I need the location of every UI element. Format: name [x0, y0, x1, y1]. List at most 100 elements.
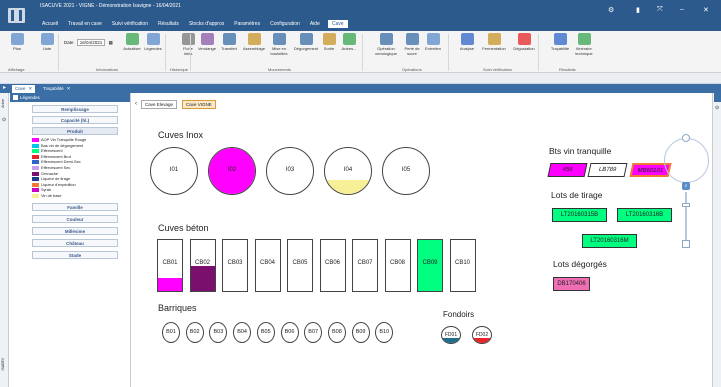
ribbon-button[interactable]: Sortie	[318, 33, 340, 52]
tab-0[interactable]: Cave ✕	[12, 85, 36, 93]
zoom-slider-handle[interactable]	[682, 203, 690, 207]
barrique[interactable]: B06	[280, 322, 299, 343]
legend-button[interactable]: Stade	[32, 250, 118, 259]
ribbon-button[interactable]: Vendange	[196, 33, 218, 52]
calendar-icon[interactable]: ▦	[109, 40, 113, 45]
ribbon-button[interactable]: Plan	[6, 33, 28, 52]
fondoir[interactable]: FD01	[441, 326, 461, 344]
zoom-slider-track[interactable]	[685, 192, 687, 240]
pin-icon[interactable]: ▮	[636, 6, 640, 14]
settings-icon[interactable]: ⚙	[608, 6, 614, 14]
legend-swatch	[32, 171, 39, 176]
barrique[interactable]: B01	[162, 322, 180, 343]
sidebar-tab[interactable]	[714, 93, 721, 102]
ribbon-button[interactable]: Autres...	[338, 33, 360, 52]
right-sidebar[interactable]: ⊙	[712, 93, 721, 387]
menu-item[interactable]: Accueil	[40, 20, 60, 28]
collapse-icon[interactable]	[13, 95, 18, 101]
ribbon-group-label: Suivi vérification	[483, 67, 512, 72]
menu-item[interactable]: Résultats	[156, 20, 181, 28]
lot-tirage[interactable]: LT20160316B	[617, 208, 672, 222]
ribbon-button[interactable]: Transfert	[218, 33, 240, 52]
pin-icon[interactable]: ⊙	[2, 117, 6, 123]
doc-tab-1[interactable]: Cave VIGNE	[182, 100, 216, 109]
ribbon-button[interactable]: Mise en bouteilles	[265, 33, 293, 56]
ribbon-button[interactable]: Liste	[36, 33, 58, 52]
legend-group-produit[interactable]: Produit	[32, 127, 118, 135]
tank-beton[interactable]: CB09	[417, 239, 443, 292]
barrique[interactable]: B09	[351, 322, 370, 343]
tab-close-icon[interactable]: ✕	[29, 86, 33, 91]
zoom-out-icon[interactable]	[682, 240, 690, 248]
navigation-wheel[interactable]	[664, 138, 709, 183]
nav-center-icon[interactable]	[682, 134, 690, 142]
barrique[interactable]: B02	[185, 322, 204, 343]
legend-button[interactable]: Couleur	[32, 214, 118, 223]
close-icon[interactable]: ✕	[703, 6, 709, 14]
barrique[interactable]: B05	[256, 322, 275, 343]
lot-tirage[interactable]: LT20160315B	[552, 208, 607, 222]
barrique[interactable]: B08	[327, 322, 346, 343]
sidebar-label-tree[interactable]: Arbre	[1, 99, 8, 108]
ribbon-icon	[460, 33, 474, 45]
ribbon-button[interactable]: Légendes	[142, 33, 164, 52]
menu-item[interactable]: Travail en cave	[66, 20, 104, 28]
ribbon-button[interactable]: Entretien	[422, 33, 444, 52]
legend-button[interactable]: Capacité (hl.)	[32, 116, 118, 124]
tank-beton[interactable]: CB04	[254, 239, 281, 292]
fondoir[interactable]: FD02	[472, 326, 492, 344]
tank-beton[interactable]: CB01	[157, 239, 183, 292]
pin-icon[interactable]: ⊙	[715, 105, 719, 111]
tank-beton[interactable]: CB08	[384, 239, 411, 292]
ribbon-button[interactable]: Dégustation	[510, 33, 538, 52]
ribbon-button[interactable]: Dégorgement	[292, 33, 320, 52]
lot-degorge[interactable]: DB170406	[553, 277, 590, 291]
minimize-icon[interactable]: –	[680, 6, 684, 13]
tank-beton[interactable]: CB07	[352, 239, 378, 292]
left-sidebar[interactable]: Arbre ⊙ ISADEV	[0, 93, 9, 387]
ribbon-button[interactable]: Itinéraire technique	[570, 33, 598, 56]
tank-label: CB06	[324, 260, 340, 266]
tank-inox[interactable]: I04	[324, 147, 372, 195]
ribbon-button[interactable]: Fermentation	[480, 33, 508, 52]
tab-1[interactable]: Traçabilité ✕	[40, 85, 73, 93]
restore-icon[interactable]: ⤧	[657, 6, 663, 14]
zoom-in-icon[interactable]: ⌕	[682, 182, 690, 190]
bts-item[interactable]: 456	[547, 163, 588, 177]
menu-item[interactable]: Paramètres	[232, 20, 262, 28]
menu-item[interactable]: Aide	[308, 20, 322, 28]
legend-item[interactable]: Vin de base	[32, 193, 130, 199]
tank-beton[interactable]: CB03	[222, 239, 248, 292]
tank-beton[interactable]: CB06	[319, 239, 346, 292]
ribbon-button[interactable]: Analyse	[456, 33, 478, 52]
menu-item[interactable]: Stocks d'appros	[187, 20, 226, 28]
menu-item[interactable]: Configuration	[268, 20, 302, 28]
label-fondoirs: Fondoirs	[443, 310, 475, 319]
doc-tab-0[interactable]: Cave Elevage	[141, 100, 178, 109]
tab-close-icon[interactable]: ✕	[67, 86, 71, 91]
ribbon-button[interactable]: Assemblage	[240, 33, 268, 52]
chevron-left-icon[interactable]: ‹	[135, 101, 137, 107]
ribbon-button-label: Autres...	[341, 46, 357, 51]
tank-inox[interactable]: I03	[266, 147, 314, 195]
menu-item[interactable]: Suivi vérification	[110, 20, 150, 28]
lot-tirage[interactable]: LT20160316M	[582, 234, 637, 248]
legend-button[interactable]: Millésime	[32, 226, 118, 235]
legend-button[interactable]: Remplissage	[32, 105, 118, 113]
tank-inox[interactable]: I02	[208, 147, 256, 195]
tank-beton[interactable]: CB02	[189, 239, 216, 292]
legend-item-label: AOP Vin Tranquille Rouge	[41, 137, 87, 142]
date-input[interactable]: 16/04/2021	[76, 39, 106, 46]
tank-inox[interactable]: I01	[150, 147, 198, 195]
ribbon-button[interactable]: Opération oenologique	[372, 33, 400, 56]
chevron-right-icon[interactable]: ▸	[3, 84, 6, 91]
legend-button[interactable]: Famille	[32, 202, 118, 211]
tank-beton[interactable]: CB05	[287, 239, 313, 292]
legend-button[interactable]: Château	[32, 238, 118, 247]
tank-beton[interactable]: CB10	[449, 239, 476, 292]
bts-item[interactable]: LB789	[587, 163, 628, 177]
barrique[interactable]: B04	[233, 322, 252, 343]
menu-item[interactable]: Cave	[327, 20, 348, 28]
tank-inox[interactable]: I05	[382, 147, 430, 195]
legend-swatch	[32, 138, 39, 142]
